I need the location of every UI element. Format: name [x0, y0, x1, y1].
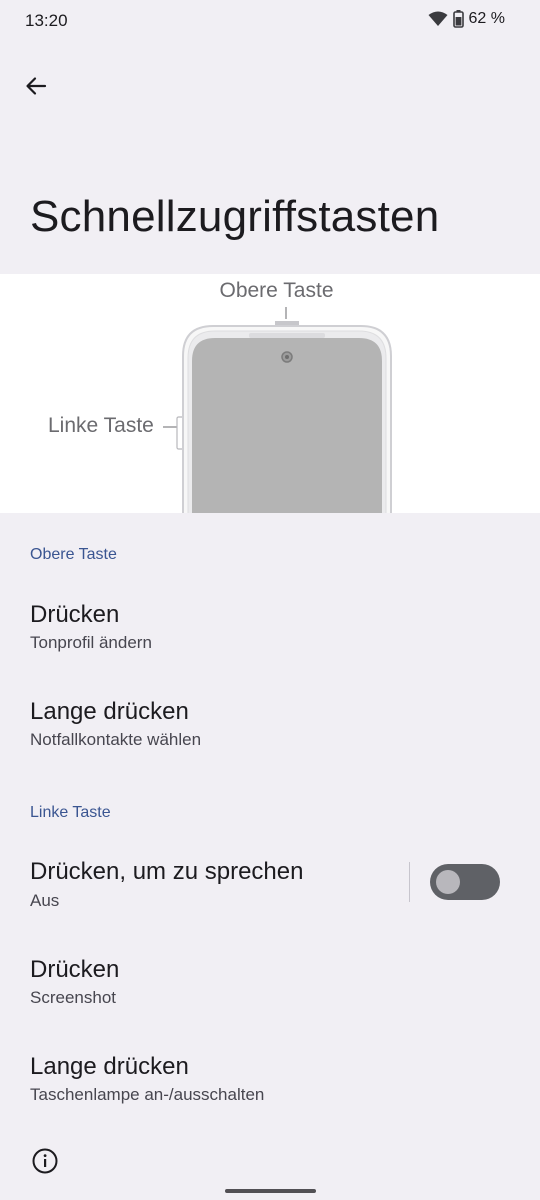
- status-time: 13:20: [25, 11, 68, 30]
- item-subtitle: Screenshot: [30, 988, 116, 1007]
- toggle-thumb: [436, 870, 460, 894]
- status-icons: 62 %: [428, 10, 505, 28]
- arrow-back-icon: [26, 77, 47, 95]
- battery-percent: 62 %: [468, 10, 505, 27]
- status-bar: 13:20 62 %: [0, 0, 540, 42]
- info-icon: [31, 1147, 59, 1175]
- wifi-icon: [428, 11, 448, 27]
- toggle-divider: [409, 862, 410, 902]
- item-title: Lange drücken: [30, 698, 189, 725]
- push-to-talk-toggle[interactable]: [430, 864, 500, 900]
- item-subtitle: Notfallkontakte wählen: [30, 730, 202, 749]
- battery-icon: [452, 10, 464, 28]
- section-header-left-button: Linke Taste: [30, 804, 111, 821]
- left-press-item[interactable]: Drücken Screenshot: [0, 956, 540, 1046]
- section-header-top-button: Obere Taste: [30, 546, 117, 563]
- item-title: Lange drücken: [30, 1053, 189, 1080]
- page-title: Schnellzugriffstasten: [30, 192, 440, 241]
- item-subtitle: Tonprofil ändern: [30, 633, 152, 652]
- item-subtitle: Aus: [30, 891, 60, 910]
- item-title: Drücken: [30, 601, 120, 628]
- gesture-nav-handle[interactable]: [225, 1189, 316, 1193]
- phone-illustration: Obere Taste Linke Taste: [0, 274, 540, 513]
- phone-drawing: [163, 307, 392, 513]
- back-button[interactable]: [18, 68, 54, 104]
- left-long-press-item[interactable]: Lange drücken Taschenlampe an-/ausschalt…: [0, 1053, 540, 1143]
- item-subtitle: Taschenlampe an-/ausschalten: [30, 1085, 265, 1104]
- item-title: Drücken, um zu sprechen: [30, 858, 304, 885]
- top-long-press-item[interactable]: Lange drücken Notfallkontakte wählen: [0, 698, 540, 788]
- item-title: Drücken: [30, 956, 120, 983]
- top-press-item[interactable]: Drücken Tonprofil ändern: [0, 601, 540, 691]
